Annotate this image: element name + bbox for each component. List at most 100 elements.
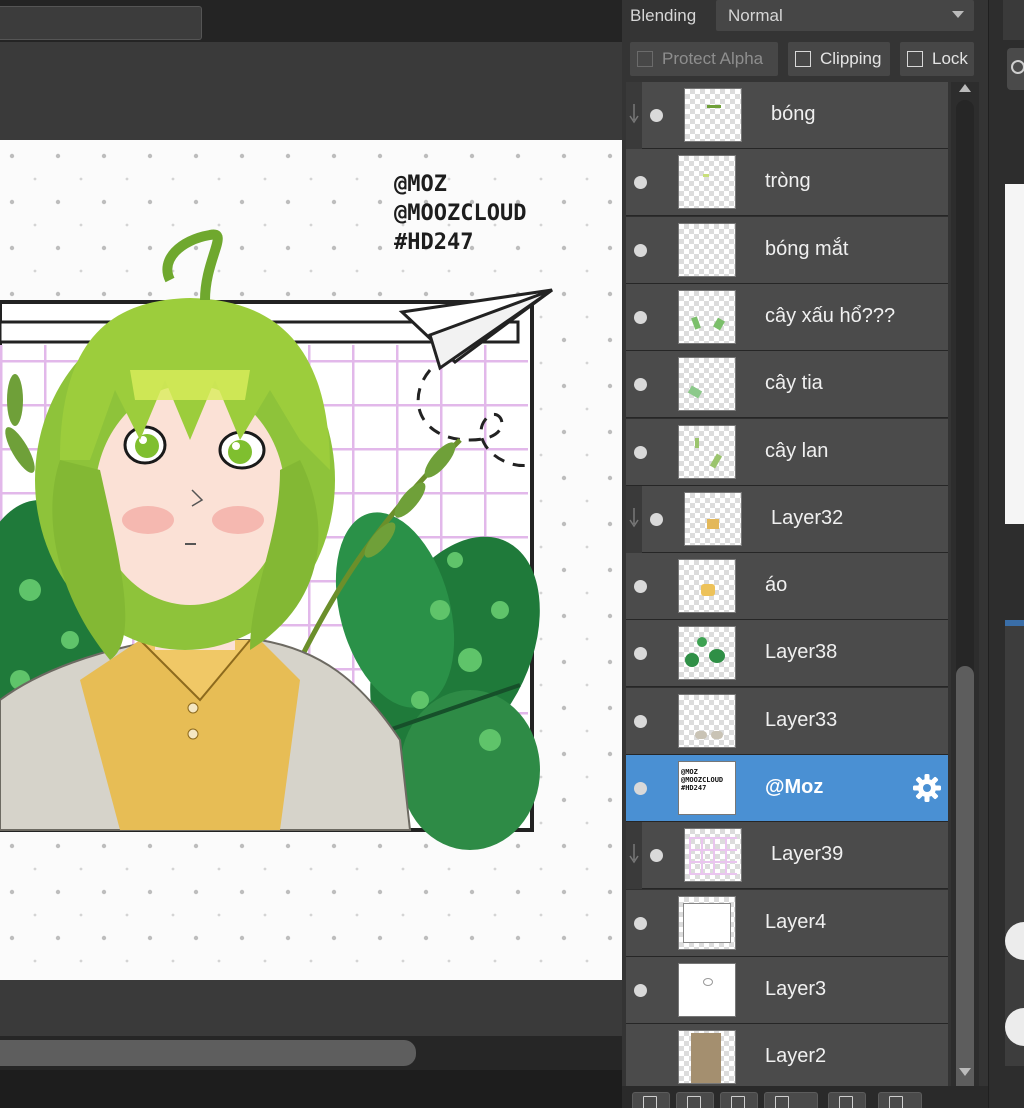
- artwork-illustration: [0, 140, 622, 980]
- layer-thumbnail: [684, 88, 742, 142]
- clip-arrow-icon: [629, 508, 639, 528]
- layer-name: Layer39: [771, 843, 844, 865]
- visibility-dot-icon[interactable]: [634, 244, 647, 257]
- layer-row[interactable]: bóng mắt: [626, 217, 948, 284]
- layer-row[interactable]: Layer33: [626, 688, 948, 755]
- signature-line: @MOZ: [394, 172, 447, 197]
- scroll-up-icon[interactable]: [959, 84, 971, 92]
- right-panel-header: [1003, 0, 1024, 40]
- layer-name: @Moz: [765, 776, 824, 798]
- document-tab[interactable]: [0, 6, 202, 40]
- clip-indicator-gutter: [626, 486, 642, 553]
- visibility-dot-icon[interactable]: [634, 378, 647, 391]
- gear-icon[interactable]: [912, 773, 942, 803]
- duplicate-layer-button[interactable]: [676, 1092, 714, 1108]
- new-vector-layer-button[interactable]: [720, 1092, 758, 1108]
- layer-thumbnail: [684, 828, 742, 882]
- artwork-signature: @MOZ @MOOZCLOUD #HD247: [394, 170, 526, 257]
- layer-list-scrollbar[interactable]: [951, 82, 979, 1108]
- layer-row[interactable]: áo: [626, 553, 948, 620]
- canvas-horizontal-scrollbar[interactable]: [0, 1036, 622, 1070]
- layer-panel: Blending Normal Protect Alpha Clipping L…: [622, 0, 988, 1108]
- layer-thumbnail: [678, 1030, 736, 1084]
- duplicate-icon: [687, 1096, 701, 1108]
- layer-row[interactable]: @MOZ @MOOZCLOUD #HD247 @Moz: [626, 755, 948, 822]
- canvas-top-bar: [0, 0, 622, 42]
- layer-row[interactable]: Layer39: [642, 822, 948, 889]
- layer-thumbnail: [684, 492, 742, 546]
- lock-checkbox[interactable]: Lock: [900, 42, 974, 76]
- navigator-preview: [1005, 184, 1024, 524]
- layer-row[interactable]: cây tia: [626, 351, 948, 418]
- layer-thumbnail: [678, 694, 736, 748]
- visibility-dot-icon[interactable]: [634, 446, 647, 459]
- chevron-down-icon: [952, 11, 964, 18]
- artwork-canvas[interactable]: @MOZ @MOOZCLOUD #HD247: [0, 140, 622, 980]
- protect-alpha-label: Protect Alpha: [662, 49, 764, 68]
- layer-thumbnail: [678, 290, 736, 344]
- layer-row[interactable]: Layer4: [626, 890, 948, 957]
- copy-icon: [889, 1096, 903, 1108]
- canvas-horizontal-scroll-thumb[interactable]: [0, 1040, 416, 1066]
- scroll-down-icon[interactable]: [959, 1068, 971, 1076]
- new-folder-button[interactable]: [828, 1092, 866, 1108]
- checkbox-icon: [907, 51, 923, 67]
- visibility-dot-icon[interactable]: [650, 513, 663, 526]
- layer-row[interactable]: bóng: [642, 82, 948, 149]
- layer-row[interactable]: Layer2: [626, 1024, 948, 1086]
- layer-name: cây xấu hổ???: [765, 305, 896, 327]
- visibility-dot-icon[interactable]: [634, 984, 647, 997]
- visibility-dot-icon[interactable]: [634, 580, 647, 593]
- layer-name: cây lan: [765, 440, 829, 462]
- layer-thumbnail: [678, 896, 736, 950]
- visibility-dot-icon[interactable]: [650, 109, 663, 122]
- layer-thumbnail: [678, 223, 736, 277]
- layer-row[interactable]: Layer38: [626, 620, 948, 687]
- layer-name: Layer33: [765, 709, 838, 731]
- visibility-dot-icon[interactable]: [634, 311, 647, 324]
- canvas-area[interactable]: @MOZ @MOOZCLOUD #HD247: [0, 0, 622, 1108]
- layer-name: bóng: [771, 103, 816, 125]
- right-panel-body: [1005, 626, 1024, 1066]
- visibility-dot-icon[interactable]: [634, 715, 647, 728]
- blending-mode-select[interactable]: Normal: [716, 0, 974, 31]
- visibility-dot-icon[interactable]: [634, 647, 647, 660]
- layer-row[interactable]: Layer3: [626, 957, 948, 1024]
- layer-row[interactable]: cây xấu hổ???: [626, 284, 948, 351]
- scroll-thumb[interactable]: [956, 666, 974, 1108]
- layer-row[interactable]: Layer32: [642, 486, 948, 553]
- vector-layer-icon: [731, 1096, 745, 1108]
- search-button[interactable]: [1007, 48, 1024, 90]
- layer-panel-toolbar: [622, 1086, 988, 1108]
- visibility-dot-icon[interactable]: [634, 782, 647, 795]
- layer-list[interactable]: bóng tròng bóng mắt cây xấu hổ??? cây tia cây…: [626, 82, 948, 1086]
- visibility-dot-icon[interactable]: [650, 849, 663, 862]
- clip-indicator-gutter: [626, 822, 642, 889]
- checkbox-icon: [637, 51, 653, 67]
- layer-thumbnail: [678, 357, 736, 411]
- layer-thumbnail: @MOZ @MOOZCLOUD #HD247: [678, 761, 736, 815]
- new-layer-button[interactable]: [632, 1092, 670, 1108]
- clip-arrow-icon: [629, 844, 639, 864]
- layer-name: Layer2: [765, 1045, 827, 1067]
- visibility-dot-icon[interactable]: [634, 917, 647, 930]
- lock-label: Lock: [932, 49, 968, 68]
- blending-mode-value: Normal: [728, 6, 783, 25]
- folder-icon: [839, 1096, 853, 1108]
- protect-alpha-checkbox[interactable]: Protect Alpha: [630, 42, 778, 76]
- search-icon: [1011, 60, 1024, 74]
- layer-thumbnail: [678, 963, 736, 1017]
- canvas-bottom-bar: [0, 1070, 622, 1108]
- new-layer-menu-button[interactable]: [764, 1092, 818, 1108]
- layer-row[interactable]: tròng: [626, 149, 948, 216]
- blending-label: Blending: [630, 6, 697, 25]
- signature-line: @MOOZCLOUD: [394, 201, 527, 226]
- layer-thumbnail: [678, 155, 736, 209]
- new-layer-icon: [643, 1096, 657, 1108]
- clipping-label: Clipping: [820, 49, 882, 68]
- layer-row[interactable]: cây lan: [626, 419, 948, 486]
- layer-copy-button[interactable]: [878, 1092, 922, 1108]
- clip-arrow-icon: [629, 104, 639, 124]
- visibility-dot-icon[interactable]: [634, 176, 647, 189]
- clipping-checkbox[interactable]: Clipping: [788, 42, 890, 76]
